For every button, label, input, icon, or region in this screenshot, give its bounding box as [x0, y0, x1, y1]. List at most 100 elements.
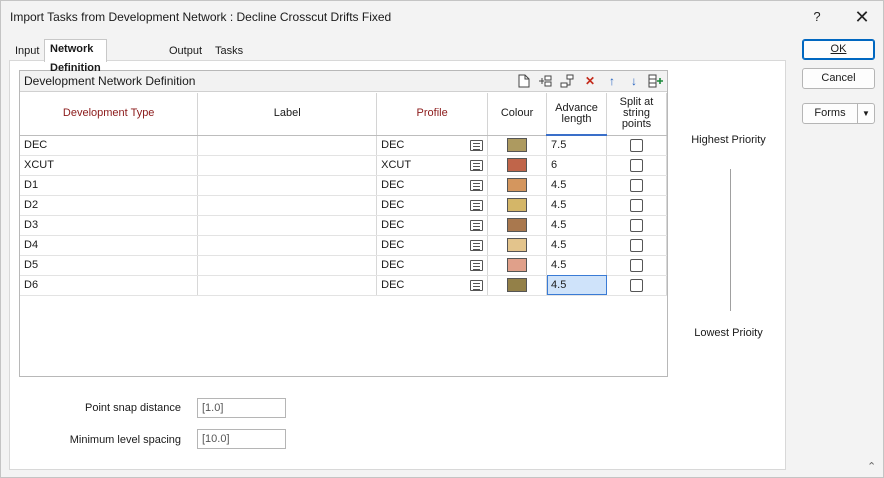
list-picker-icon[interactable] — [470, 199, 484, 211]
list-picker-icon[interactable] — [470, 219, 484, 231]
list-picker-icon[interactable] — [470, 179, 484, 191]
cell-development-type[interactable]: D5 — [20, 255, 199, 276]
min-level-spacing-input[interactable]: [10.0] — [197, 429, 286, 449]
split-checkbox[interactable] — [630, 238, 643, 252]
table-row[interactable]: D5 DEC 4.5 — [20, 255, 667, 276]
cell-label[interactable] — [197, 275, 378, 296]
split-checkbox[interactable] — [630, 218, 643, 232]
cell-development-type[interactable]: D2 — [20, 195, 199, 216]
column-header-colour[interactable]: Colour — [487, 93, 548, 136]
cell-split[interactable] — [606, 175, 667, 196]
colour-swatch[interactable] — [507, 278, 528, 292]
chevron-down-icon[interactable]: ▼ — [857, 104, 874, 123]
table-row[interactable]: D6 DEC 4.5 — [20, 275, 667, 296]
cell-advance-length[interactable]: 4.5 — [546, 195, 607, 216]
cell-profile[interactable]: DEC — [376, 195, 489, 216]
list-picker-icon[interactable] — [470, 159, 484, 171]
split-checkbox[interactable] — [630, 198, 643, 212]
delete-icon[interactable]: ✕ — [582, 74, 598, 89]
cell-label[interactable] — [197, 215, 378, 236]
table-row[interactable]: D1 DEC 4.5 — [20, 175, 667, 196]
table-row[interactable]: D4 DEC 4.5 — [20, 235, 667, 256]
colour-swatch[interactable] — [507, 198, 528, 212]
cell-colour[interactable] — [487, 195, 548, 216]
close-button[interactable]: ✕ — [849, 7, 875, 27]
cell-advance-length[interactable]: 4.5 — [546, 275, 607, 296]
column-header-label[interactable]: Label — [197, 93, 378, 136]
colour-swatch[interactable] — [507, 258, 528, 272]
column-header-advance-length[interactable]: Advance length — [546, 93, 607, 136]
cell-profile[interactable]: DEC — [376, 215, 489, 236]
cell-split[interactable] — [606, 135, 667, 156]
column-header-profile[interactable]: Profile — [376, 93, 489, 136]
help-button[interactable]: ? — [804, 7, 830, 27]
cell-label[interactable] — [197, 135, 378, 156]
ok-button[interactable]: OK — [802, 39, 875, 60]
cell-development-type[interactable]: DEC — [20, 135, 199, 156]
cell-development-type[interactable]: XCUT — [20, 155, 199, 176]
cell-profile[interactable]: DEC — [376, 135, 489, 156]
cell-development-type[interactable]: D3 — [20, 215, 199, 236]
cell-colour[interactable] — [487, 175, 548, 196]
cell-profile[interactable]: DEC — [376, 275, 489, 296]
cell-colour[interactable] — [487, 255, 548, 276]
cell-development-type[interactable]: D6 — [20, 275, 199, 296]
table-row[interactable]: DEC DEC 7.5 — [20, 135, 667, 156]
colour-swatch[interactable] — [507, 138, 528, 152]
cell-label[interactable] — [197, 155, 378, 176]
cell-label[interactable] — [197, 175, 378, 196]
cell-label[interactable] — [197, 235, 378, 256]
split-checkbox[interactable] — [630, 278, 643, 292]
tab-output[interactable]: Output — [164, 41, 207, 61]
cell-colour[interactable] — [487, 155, 548, 176]
cell-split[interactable] — [606, 155, 667, 176]
column-header-development-type[interactable]: Development Type — [20, 93, 199, 136]
point-snap-input[interactable]: [1.0] — [197, 398, 286, 418]
list-picker-icon[interactable] — [470, 139, 484, 151]
cell-split[interactable] — [606, 215, 667, 236]
list-picker-icon[interactable] — [470, 239, 484, 251]
cell-split[interactable] — [606, 195, 667, 216]
move-down-icon[interactable]: ↓ — [626, 74, 642, 89]
colour-swatch[interactable] — [507, 178, 528, 192]
cell-colour[interactable] — [487, 135, 548, 156]
cell-label[interactable] — [197, 255, 378, 276]
cell-colour[interactable] — [487, 235, 548, 256]
list-picker-icon[interactable] — [470, 259, 484, 271]
split-checkbox[interactable] — [630, 158, 643, 172]
add-columns-icon[interactable] — [648, 74, 664, 89]
colour-swatch[interactable] — [507, 218, 528, 232]
split-checkbox[interactable] — [630, 138, 643, 152]
colour-swatch[interactable] — [507, 158, 528, 172]
split-checkbox[interactable] — [630, 258, 643, 272]
table-row[interactable]: D3 DEC 4.5 — [20, 215, 667, 236]
split-checkbox[interactable] — [630, 178, 643, 192]
forms-button[interactable]: Forms ▼ — [802, 103, 875, 124]
cell-profile[interactable]: DEC — [376, 175, 489, 196]
tab-network-definition[interactable]: Network Definition — [44, 39, 107, 74]
cell-profile[interactable]: DEC — [376, 255, 489, 276]
cell-development-type[interactable]: D1 — [20, 175, 199, 196]
cell-advance-length[interactable]: 4.5 — [546, 215, 607, 236]
cell-profile[interactable]: XCUT — [376, 155, 489, 176]
insert-row-icon[interactable] — [538, 74, 554, 89]
append-row-icon[interactable] — [560, 74, 576, 89]
list-picker-icon[interactable] — [470, 279, 484, 291]
table-row[interactable]: XCUT XCUT 6 — [20, 155, 667, 176]
colour-swatch[interactable] — [507, 238, 528, 252]
cell-advance-length[interactable]: 6 — [546, 155, 607, 176]
tab-tasks[interactable]: Tasks — [210, 41, 248, 61]
cell-split[interactable] — [606, 235, 667, 256]
cancel-button[interactable]: Cancel — [802, 68, 875, 89]
cell-advance-length[interactable]: 7.5 — [546, 135, 607, 156]
new-file-icon[interactable] — [516, 74, 532, 89]
cell-split[interactable] — [606, 255, 667, 276]
cell-advance-length[interactable]: 4.5 — [546, 255, 607, 276]
tab-input[interactable]: Input — [10, 41, 44, 61]
cell-label[interactable] — [197, 195, 378, 216]
cell-colour[interactable] — [487, 275, 548, 296]
collapse-chevron-icon[interactable]: ⌃ — [867, 460, 876, 473]
cell-profile[interactable]: DEC — [376, 235, 489, 256]
column-header-split[interactable]: Split at string points — [606, 93, 667, 136]
cell-colour[interactable] — [487, 215, 548, 236]
